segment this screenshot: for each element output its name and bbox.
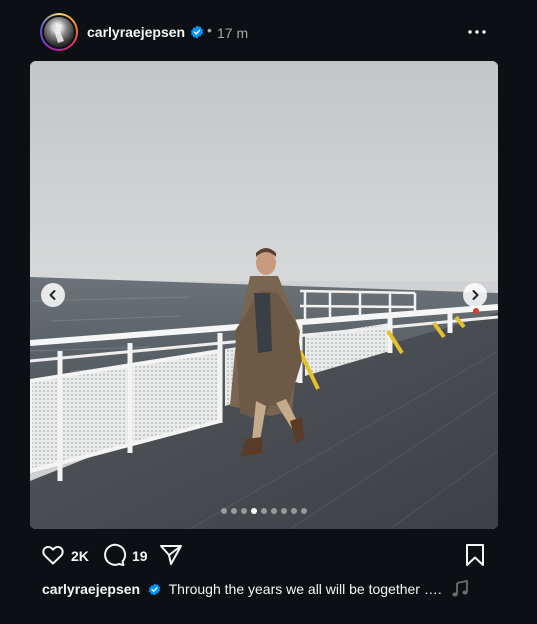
post-timestamp[interactable]: 17 m bbox=[217, 25, 248, 41]
post-photo bbox=[30, 61, 498, 529]
post-caption: carlyraejepsen Through the years we all … bbox=[42, 580, 470, 598]
musical-notes-icon bbox=[452, 580, 468, 597]
post-media-carousel[interactable] bbox=[30, 61, 498, 529]
carousel-dot bbox=[241, 508, 247, 514]
share-send-icon[interactable] bbox=[158, 542, 184, 568]
like-heart-icon[interactable] bbox=[40, 542, 66, 568]
like-count[interactable]: 2K bbox=[71, 548, 89, 564]
carousel-dot bbox=[291, 508, 297, 514]
carousel-prev-button[interactable] bbox=[41, 283, 65, 307]
carousel-dot bbox=[281, 508, 287, 514]
more-options-icon[interactable] bbox=[466, 22, 488, 42]
save-bookmark-icon[interactable] bbox=[462, 542, 488, 568]
carousel-indicator bbox=[30, 508, 498, 516]
post-username[interactable]: carlyraejepsen bbox=[87, 24, 185, 40]
avatar[interactable] bbox=[40, 13, 78, 51]
carousel-dot bbox=[231, 508, 237, 514]
carousel-dot bbox=[301, 508, 307, 514]
carousel-dot bbox=[261, 508, 267, 514]
verified-badge-icon bbox=[190, 25, 204, 39]
verified-badge-icon bbox=[148, 583, 161, 596]
separator-dot: • bbox=[207, 22, 212, 38]
carousel-dot-active bbox=[251, 508, 257, 514]
caption-text: Through the years we all will be togethe… bbox=[168, 581, 442, 597]
caption-username[interactable]: carlyraejepsen bbox=[42, 581, 140, 597]
chevron-right-icon bbox=[472, 290, 479, 300]
chevron-left-icon bbox=[49, 290, 56, 300]
carousel-next-button[interactable] bbox=[463, 283, 487, 307]
carousel-dot bbox=[221, 508, 227, 514]
comment-count[interactable]: 19 bbox=[132, 548, 148, 564]
avatar-image bbox=[44, 17, 74, 47]
comment-bubble-icon[interactable] bbox=[101, 542, 127, 568]
post-header: carlyraejepsen • 17 m bbox=[0, 0, 537, 62]
avatar-border bbox=[42, 15, 76, 49]
carousel-dot bbox=[271, 508, 277, 514]
post-actions: 2K 19 bbox=[0, 540, 537, 570]
